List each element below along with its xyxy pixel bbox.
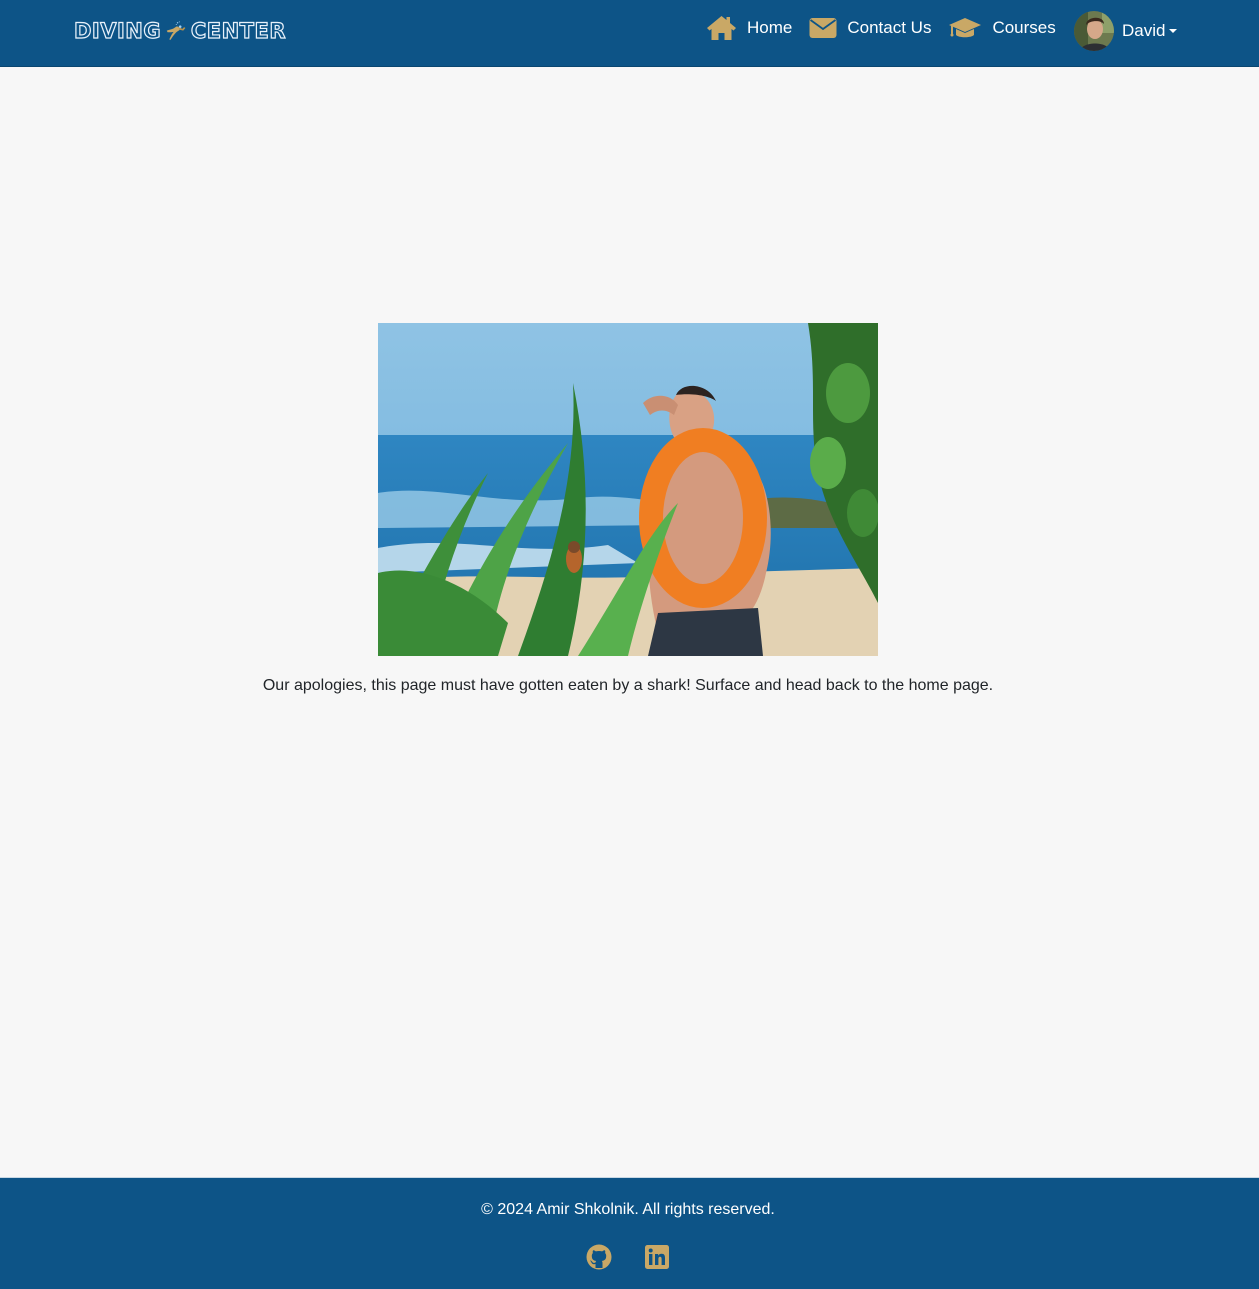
- logo-text-left: DIVING: [73, 18, 162, 43]
- nav-home[interactable]: Home: [706, 15, 792, 41]
- github-icon[interactable]: [586, 1244, 612, 1270]
- avatar: [1074, 11, 1114, 51]
- main-nav: Home Contact Us Courses: [706, 0, 1073, 56]
- not-found-message: Our apologies, this page must have gotte…: [262, 677, 994, 694]
- nav-contact-us[interactable]: Contact Us: [809, 17, 931, 39]
- nav-contact-label: Contact Us: [847, 18, 932, 37]
- nav-courses[interactable]: Courses: [948, 17, 1056, 39]
- nav-home-label: Home: [747, 18, 793, 37]
- copyright-text: © 2024 Amir Shkolnik. All rights reserve…: [481, 1201, 775, 1218]
- caret-down-icon: [1169, 29, 1178, 33]
- footer: © 2024 Amir Shkolnik. All rights reserve…: [0, 1177, 1259, 1289]
- site-logo[interactable]: DIVING CENTER: [73, 8, 286, 54]
- home-icon: [707, 16, 736, 40]
- diver-logo-icon: [166, 21, 186, 41]
- graduation-cap-icon: [949, 18, 982, 38]
- user-name: David: [1122, 21, 1166, 40]
- nav-courses-label: Courses: [992, 18, 1056, 37]
- user-menu-toggle[interactable]: David: [1074, 11, 1178, 51]
- navbar: DIVING CENTER Home Contact Us Courses Da…: [0, 0, 1259, 67]
- lifeguard-beach-image: [378, 323, 878, 656]
- envelope-icon: [809, 18, 837, 38]
- logo-text-right: CENTER: [190, 18, 286, 43]
- linkedin-icon[interactable]: [644, 1244, 670, 1270]
- social-links: [0, 1244, 1256, 1270]
